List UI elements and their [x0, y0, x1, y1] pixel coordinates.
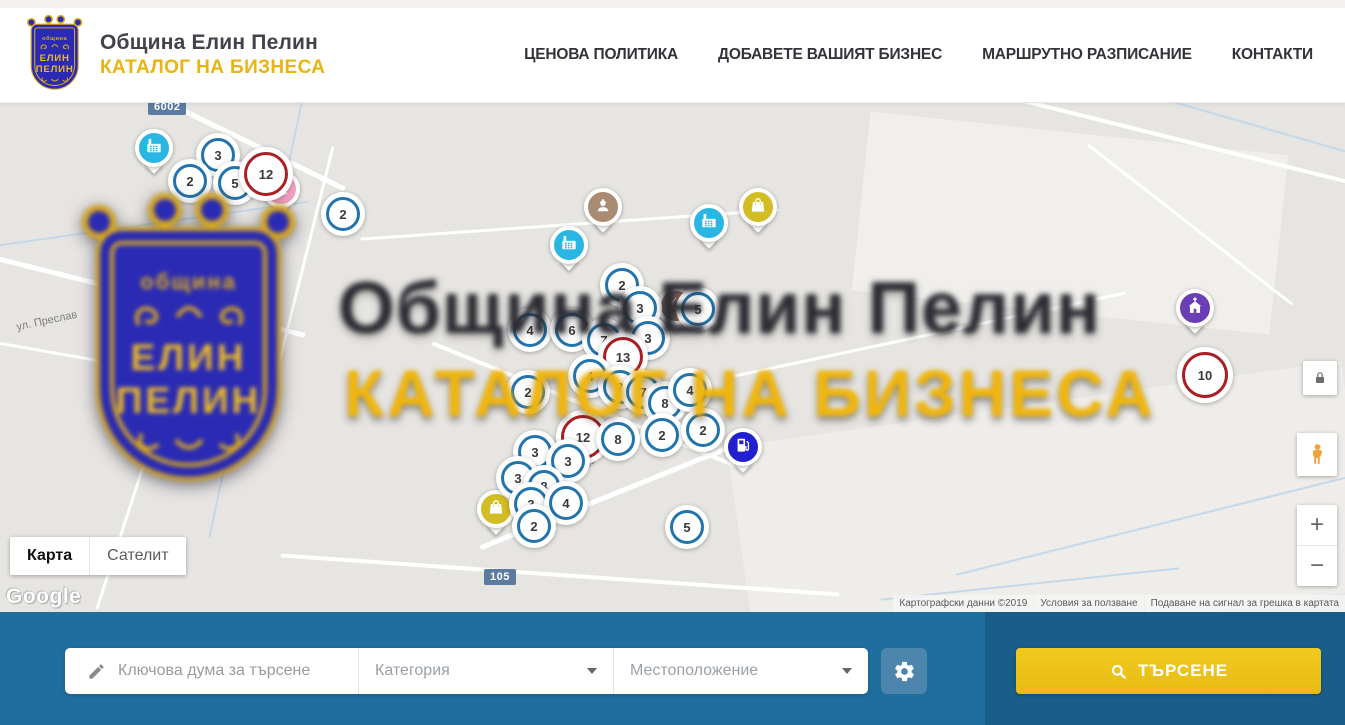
map-road — [0, 340, 248, 388]
cluster-marker[interactable]: 2 — [506, 370, 550, 414]
cluster-marker[interactable]: 8 — [596, 417, 640, 461]
watermark-crest: община ЕЛИН ПЕЛИН — [86, 209, 291, 481]
nav-item-add-business[interactable]: ДОБАВЕТЕ ВАШИЯТ БИЗНЕС — [718, 46, 942, 64]
map-polygon — [852, 112, 1289, 335]
bag-icon — [486, 497, 506, 522]
main-nav: ЦЕНОВА ПОЛИТИКА ДОБАВЕТЕ ВАШИЯТ БИЗНЕС М… — [524, 46, 1317, 64]
pencil-icon — [87, 662, 106, 681]
factory-icon — [699, 211, 719, 236]
site-subtitle: КАТАЛОГ НА БИЗНЕСА — [100, 57, 325, 79]
street-name-label: ул. Преслав — [15, 309, 78, 334]
cluster-marker[interactable]: 12 — [239, 147, 293, 201]
site-title: Община Елин Пелин — [100, 31, 325, 55]
street-view-pegman-button[interactable] — [1297, 433, 1337, 476]
cluster-marker[interactable]: 4 — [508, 308, 552, 352]
zoom-in-button[interactable]: + — [1297, 505, 1337, 546]
factory-icon — [144, 136, 164, 161]
map-pin-factory[interactable] — [550, 226, 588, 264]
keyword-search-input[interactable] — [118, 662, 348, 680]
map-road — [734, 291, 1126, 377]
cluster-marker[interactable]: 2 — [512, 504, 556, 548]
map-pin-fuel[interactable] — [724, 428, 762, 466]
map-pin-church[interactable] — [1176, 289, 1214, 327]
search-button-label: ТЪРСЕНЕ — [1138, 661, 1228, 681]
road-shield-label: 6002 — [148, 103, 186, 115]
google-map[interactable]: 6002105ул. Преславбул. „Новоселци" 32512… — [0, 103, 1345, 612]
header: община ЕЛИН ПЕЛИН Община Елин Пелин КАТА… — [0, 8, 1345, 103]
search-box: Категория Местоположение — [65, 648, 868, 694]
location-select-label: Местоположение — [630, 662, 758, 680]
search-icon — [1109, 662, 1128, 681]
crest-ornament-icon — [40, 76, 69, 83]
crest-curl-icon — [56, 15, 65, 24]
map-pin-factory[interactable] — [135, 129, 173, 167]
lock-icon — [1312, 370, 1328, 386]
attribution-terms-link[interactable]: Условия за ползване — [1034, 595, 1143, 612]
cluster-marker[interactable]: 5 — [676, 287, 720, 331]
pegman-icon — [1305, 441, 1330, 468]
advanced-settings-button[interactable] — [881, 648, 927, 694]
cluster-marker[interactable]: 10 — [1177, 347, 1233, 403]
google-logo[interactable]: Google — [6, 585, 81, 609]
crest-name-line1: ЕЛИН — [40, 52, 70, 63]
chevron-down-icon — [587, 668, 597, 674]
nav-item-pricing[interactable]: ЦЕНОВА ПОЛИТИКА — [524, 46, 678, 64]
nav-item-route-schedule[interactable]: МАРШРУТНО РАЗПИСАНИЕ — [982, 46, 1192, 64]
crest-top-label: община — [42, 35, 67, 42]
nav-item-contacts[interactable]: КОНТАКТИ — [1232, 46, 1313, 64]
municipality-crest-logo: община ЕЛИН ПЕЛИН — [28, 19, 86, 91]
cluster-marker[interactable]: 4 — [668, 368, 712, 412]
road-shield-label: 105 — [484, 569, 516, 585]
map-road — [95, 456, 147, 609]
cluster-marker[interactable]: 2 — [321, 192, 365, 236]
cluster-marker[interactable]: 5 — [665, 505, 709, 549]
category-select-label: Категория — [375, 662, 450, 680]
zoom-control: + − — [1297, 505, 1337, 586]
chevron-down-icon — [842, 668, 852, 674]
map-pin-worker[interactable] — [584, 188, 622, 226]
page-top-strip — [0, 0, 1345, 8]
map-type-satellite-button[interactable]: Сателит — [89, 537, 185, 575]
map-polygon — [727, 361, 1345, 612]
worker-icon — [593, 195, 613, 220]
crest-curl-icon — [44, 15, 53, 24]
gear-icon — [893, 660, 916, 683]
location-select[interactable]: Местоположение — [613, 648, 868, 694]
cluster-marker[interactable]: 2 — [681, 408, 725, 452]
search-button[interactable]: ТЪРСЕНЕ — [1016, 648, 1321, 694]
map-attribution: Картографски данни ©2019 Условия за полз… — [892, 595, 1345, 612]
search-bar: Категория Местоположение ТЪРСЕНЕ — [0, 612, 1345, 725]
map-type-control: Карта Сателит — [10, 537, 186, 575]
lock-map-button[interactable] — [1303, 361, 1337, 395]
attribution-report-link[interactable]: Подаване на сигнал за грешка в картата — [1145, 595, 1345, 612]
map-pin-factory[interactable] — [690, 204, 728, 242]
bag-icon — [748, 195, 768, 220]
cluster-marker[interactable]: 2 — [640, 413, 684, 457]
cluster-marker[interactable]: 2 — [168, 159, 212, 203]
church-icon — [1184, 295, 1206, 322]
crest-name-line2: ПЕЛИН — [36, 63, 74, 74]
brand[interactable]: община ЕЛИН ПЕЛИН Община Елин Пелин КАТА… — [28, 19, 325, 91]
map-type-map-button[interactable]: Карта — [10, 537, 89, 575]
crest-ornament-icon — [39, 43, 70, 51]
category-select[interactable]: Категория — [358, 648, 613, 694]
attribution-copyright: Картографски данни ©2019 — [893, 595, 1033, 612]
fuel-icon — [733, 435, 753, 460]
factory-icon — [559, 233, 579, 258]
zoom-out-button[interactable]: − — [1297, 546, 1337, 586]
map-pin-bag[interactable] — [739, 188, 777, 226]
